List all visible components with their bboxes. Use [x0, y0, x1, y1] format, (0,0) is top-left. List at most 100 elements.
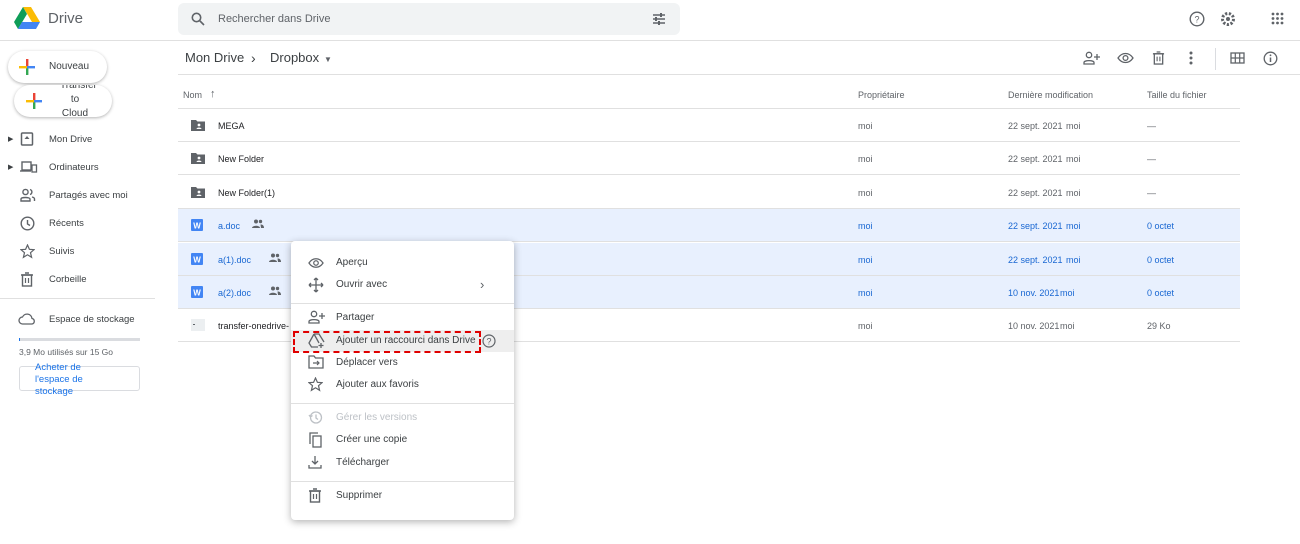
file-name: a.doc [218, 221, 241, 232]
sidebar-item-partages[interactable]: Partagés avec moi [0, 186, 155, 206]
menu-item-favoris[interactable]: Ajouter aux favoris [291, 374, 514, 396]
sidebar-item-suivis[interactable]: Suivis [0, 242, 155, 262]
table-row[interactable]: New Folder moi 22 sept. 2021 moi — [178, 142, 1240, 176]
menu-item-label: Supprimer [336, 490, 383, 501]
owner: moi [858, 321, 873, 332]
folder-dropdown-icon[interactable]: ▼ [324, 55, 332, 64]
delete-trash-icon[interactable] [1152, 51, 1165, 65]
open-with-move-icon [308, 277, 324, 293]
file-name: a(2).doc [218, 288, 252, 298]
owner: moi [858, 154, 873, 165]
menu-item-label: Aperçu [336, 257, 368, 268]
svg-text:?: ? [1194, 15, 1199, 25]
modified-date: 22 sept. 2021 [1008, 121, 1063, 131]
menu-item-supprimer[interactable]: Supprimer [291, 485, 514, 507]
modified-date: 22 sept. 2021 [1008, 221, 1063, 232]
eye-icon [308, 258, 324, 268]
file-icon [191, 319, 205, 334]
shared-icon [252, 219, 264, 230]
preview-eye-icon[interactable] [1117, 52, 1134, 64]
sidebar-item-label: Mon Drive [49, 134, 93, 145]
column-header-size[interactable]: Taille du fichier [1147, 90, 1207, 100]
column-header-owner[interactable]: Propriétaire [858, 90, 905, 100]
plus-icon [19, 59, 35, 75]
storage-usage-text: 3,9 Mo utilisés sur 15 Go [19, 347, 114, 357]
grid-view-icon[interactable] [1230, 52, 1245, 64]
expand-caret-icon[interactable]: ▶ [8, 135, 13, 143]
top-bar: Drive Rechercher dans Drive ? [0, 0, 1300, 41]
new-button[interactable]: Nouveau [8, 51, 107, 83]
file-size: — [1147, 121, 1156, 131]
app-name: Drive [48, 9, 84, 27]
breadcrumb-chevron-icon: › [251, 50, 256, 66]
column-header-name[interactable]: Nom [183, 90, 202, 100]
menu-item-label: Créer une copie [336, 434, 408, 445]
toolbar-divider [1215, 48, 1216, 70]
file-size: 29 Ko [1147, 321, 1171, 332]
sidebar-item-mon-drive[interactable]: ▶ Mon Drive [0, 130, 155, 150]
owner: moi [858, 121, 873, 131]
menu-item-label: Ouvrir avec [336, 279, 388, 290]
file-size: 0 octet [1147, 288, 1175, 298]
folder-icon [191, 186, 205, 201]
sidebar-item-label: Corbeille [49, 274, 87, 285]
share-add-person-icon[interactable] [1083, 51, 1100, 65]
menu-divider [291, 403, 514, 404]
menu-item-partager[interactable]: Partager [291, 307, 514, 329]
modified-date: 22 sept. 2021 [1008, 187, 1063, 198]
file-size: — [1147, 154, 1156, 165]
file-name: transfer-onedrive- [218, 321, 290, 332]
transfer-to-cloud-button[interactable]: Transfer to Cloud [14, 85, 112, 117]
owner: moi [858, 221, 873, 232]
clock-icon [20, 216, 35, 231]
sidebar-item-corbeille[interactable]: Corbeille [0, 270, 155, 290]
table-row[interactable]: New Folder(1) moi 22 sept. 2021 moi — [178, 176, 1240, 209]
word-icon: W [191, 219, 203, 234]
menu-item-label: Déplacer vers [336, 357, 398, 368]
apps-grid-icon[interactable] [1271, 12, 1284, 25]
sidebar-item-label: Espace de stockage [49, 314, 135, 325]
sort-arrow-up-icon[interactable]: ↑ [210, 88, 216, 100]
sidebar-divider [0, 298, 155, 299]
menu-item-apercu[interactable]: Aperçu [291, 252, 514, 274]
modified-by: moi [1060, 288, 1075, 298]
new-button-label: Nouveau [49, 61, 90, 72]
drive-logo[interactable]: Drive [14, 7, 83, 29]
table-row[interactable]: W a.doc moi 22 sept. 2021 moi 0 octet [178, 209, 1240, 243]
search-bar[interactable]: Rechercher dans Drive [178, 3, 680, 35]
settings-gear-icon[interactable] [1220, 11, 1236, 27]
search-options-icon[interactable] [652, 12, 666, 26]
cloud-icon [18, 313, 35, 325]
expand-caret-icon[interactable]: ▶ [8, 163, 13, 171]
menu-item-deplacer[interactable]: Déplacer vers [291, 352, 514, 374]
sidebar-item-label: Ordinateurs [49, 162, 99, 173]
menu-item-ouvrir-avec[interactable]: Ouvrir avec › [291, 274, 514, 296]
computers-icon [20, 161, 38, 173]
sidebar-item-recents[interactable]: Récents [0, 214, 155, 234]
sidebar-item-storage[interactable]: Espace de stockage [0, 310, 155, 330]
table-row[interactable]: MEGA moi 22 sept. 2021 moi — [178, 109, 1240, 142]
help-circle-icon[interactable]: ? [482, 334, 496, 348]
buy-storage-button[interactable]: Acheter de l'espace de stockage [19, 362, 140, 397]
sidebar-item-ordinateurs[interactable]: ▶ Ordinateurs [0, 158, 155, 178]
share-person-add-icon [308, 310, 325, 324]
modified-date: 10 nov. 2021 [1008, 288, 1060, 298]
modified-by: moi [1060, 321, 1075, 332]
file-name: MEGA [218, 121, 245, 131]
modified-date: 22 sept. 2021 [1008, 254, 1063, 265]
details-info-icon[interactable] [1263, 51, 1278, 66]
search-input[interactable]: Rechercher dans Drive [218, 13, 331, 25]
word-icon: W [191, 252, 203, 268]
transfer-button-label: Transfer to Cloud [60, 85, 97, 117]
sidebar-item-label: Récents [49, 218, 84, 229]
more-options-icon[interactable] [1189, 51, 1193, 65]
menu-item-telecharger[interactable]: Télécharger [291, 452, 514, 474]
menu-item-copie[interactable]: Créer une copie [291, 429, 514, 451]
help-icon[interactable]: ? [1189, 11, 1205, 27]
breadcrumb-root[interactable]: Mon Drive [185, 50, 244, 65]
column-header-modified[interactable]: Dernière modification [1008, 90, 1093, 100]
modified-by: moi [1066, 254, 1081, 265]
breadcrumb-current[interactable]: Dropbox [270, 50, 319, 65]
word-icon: W [191, 286, 203, 301]
modified-by: moi [1066, 154, 1081, 165]
